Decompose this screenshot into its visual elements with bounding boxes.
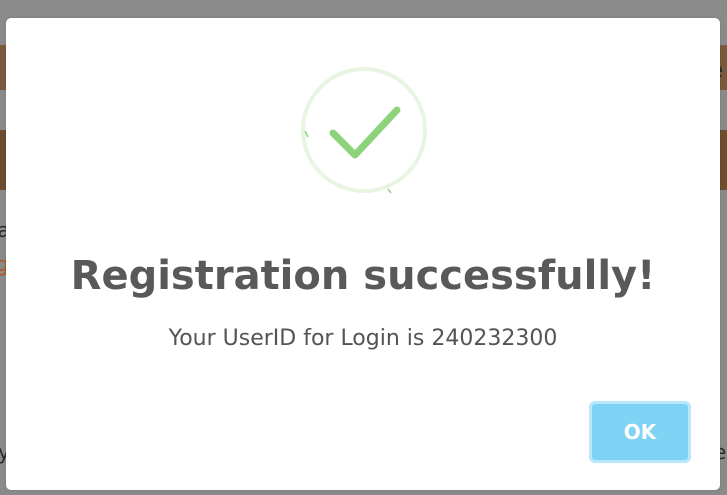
dialog-message: Your UserID for Login is 240232300 xyxy=(168,326,558,351)
dialog-title: Registration successfully! xyxy=(70,253,656,299)
success-dialog: Registration successfully! Your UserID f… xyxy=(6,18,720,490)
ok-button[interactable]: OK xyxy=(589,401,691,463)
success-check-icon xyxy=(299,65,429,195)
